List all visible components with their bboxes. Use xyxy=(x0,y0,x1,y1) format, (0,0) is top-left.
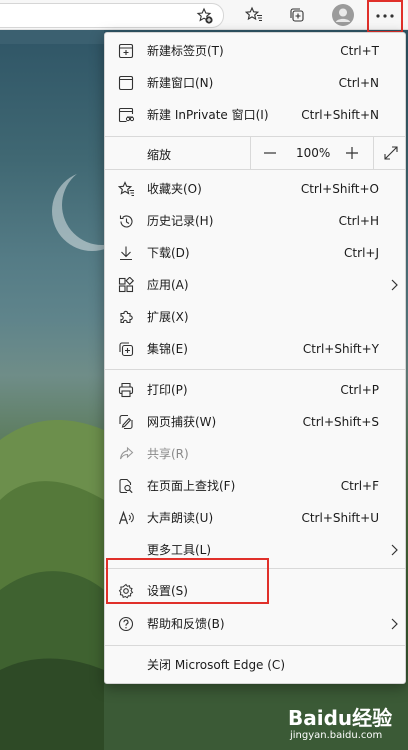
help-icon xyxy=(117,615,135,633)
browser-toolbar xyxy=(0,0,408,33)
zoom-label: 缩放 xyxy=(147,148,172,162)
menu-item-share[interactable]: 共享(R) xyxy=(105,438,405,470)
menu-item-downloads[interactable]: 下载(D) Ctrl+J xyxy=(105,237,405,269)
shortcut: Ctrl+J xyxy=(344,246,379,260)
chevron-right-icon xyxy=(387,616,401,632)
find-on-page-icon xyxy=(117,477,135,495)
highlight-settings xyxy=(106,558,269,604)
menu-item-apps[interactable]: 应用(A) xyxy=(105,269,405,301)
menu-label: 新建 InPrivate 窗口(I) xyxy=(147,108,269,122)
menu-item-new-tab[interactable]: 新建标签页(T) Ctrl+T xyxy=(105,35,405,67)
highlight-more-button xyxy=(367,0,403,33)
menu-label: 新建标签页(T) xyxy=(147,44,224,58)
menu-label: 网页捕获(W) xyxy=(147,415,217,429)
shortcut: Ctrl+Shift+U xyxy=(301,511,379,525)
zoom-value: 100% xyxy=(296,146,331,160)
menu-label: 应用(A) xyxy=(147,278,189,292)
menu-item-collections[interactable]: 集锦(E) Ctrl+Shift+Y xyxy=(105,333,405,365)
zoom-row: 缩放 100% xyxy=(105,137,405,169)
shortcut: Ctrl+P xyxy=(340,383,379,397)
menu-divider xyxy=(105,645,405,646)
menu-label: 共享(R) xyxy=(147,447,189,461)
history-icon xyxy=(117,212,135,230)
shortcut: Ctrl+N xyxy=(338,76,379,90)
menu-item-help-feedback[interactable]: 帮助和反馈(B) xyxy=(105,608,405,640)
menu-item-new-window[interactable]: 新建窗口(N) Ctrl+N xyxy=(105,67,405,99)
menu-item-find-on-page[interactable]: 在页面上查找(F) Ctrl+F xyxy=(105,470,405,502)
menu-item-close-edge[interactable]: 关闭 Microsoft Edge (C) xyxy=(105,649,405,681)
new-tab-icon xyxy=(117,42,135,60)
inprivate-icon xyxy=(117,106,135,124)
profile-avatar-icon[interactable] xyxy=(331,3,355,27)
menu-label: 在页面上查找(F) xyxy=(147,479,236,493)
fullscreen-button[interactable] xyxy=(373,137,406,169)
menu-item-favorites[interactable]: 收藏夹(O) Ctrl+Shift+O xyxy=(105,173,405,205)
address-bar[interactable] xyxy=(0,3,224,28)
shortcut: Ctrl+H xyxy=(338,214,379,228)
menu-label: 更多工具(L) xyxy=(147,543,212,557)
chevron-right-icon xyxy=(387,277,401,293)
menu-label: 大声朗读(U) xyxy=(147,511,214,525)
menu-label: 新建窗口(N) xyxy=(147,76,214,90)
extensions-puzzle-icon xyxy=(117,308,135,326)
web-capture-icon xyxy=(117,413,135,431)
menu-label: 收藏夹(O) xyxy=(147,182,202,196)
chevron-right-icon xyxy=(387,542,401,558)
menu-label: 关闭 Microsoft Edge (C) xyxy=(147,658,285,672)
shortcut: Ctrl+Shift+O xyxy=(300,182,379,196)
menu-item-web-capture[interactable]: 网页捕获(W) Ctrl+Shift+S xyxy=(105,406,405,438)
plus-icon xyxy=(346,147,358,159)
menu-item-print[interactable]: 打印(P) Ctrl+P xyxy=(105,374,405,406)
new-window-icon xyxy=(117,74,135,92)
menu-item-extensions[interactable]: 扩展(X) xyxy=(105,301,405,333)
download-icon xyxy=(117,244,135,262)
shortcut: Ctrl+Shift+S xyxy=(302,415,379,429)
menu-item-history[interactable]: 历史记录(H) Ctrl+H xyxy=(105,205,405,237)
zoom-in-button[interactable] xyxy=(343,144,361,162)
shortcut: Ctrl+Shift+Y xyxy=(302,342,379,356)
baidu-jingyan-watermark: Baidu经验 jingyan.baidu.com xyxy=(280,700,404,746)
zoom-controls: 100% xyxy=(250,137,405,169)
print-icon xyxy=(117,381,135,399)
menu-label: 集锦(E) xyxy=(147,342,188,356)
zoom-out-button[interactable] xyxy=(261,144,279,162)
watermark-url: jingyan.baidu.com xyxy=(290,730,383,741)
shortcut: Ctrl+F xyxy=(340,479,379,493)
shortcut: Ctrl+T xyxy=(340,44,379,58)
favorites-icon[interactable] xyxy=(243,4,265,26)
menu-label: 下载(D) xyxy=(147,246,190,260)
menu-divider xyxy=(105,369,405,370)
watermark-logo: Baidu经验 xyxy=(288,706,393,730)
share-icon xyxy=(117,445,135,463)
apps-icon xyxy=(117,276,135,294)
menu-label: 扩展(X) xyxy=(147,310,189,324)
menu-label: 打印(P) xyxy=(147,383,188,397)
read-aloud-icon xyxy=(117,509,135,527)
menu-item-read-aloud[interactable]: 大声朗读(U) Ctrl+Shift+U xyxy=(105,502,405,534)
favorites-icon xyxy=(117,180,135,198)
collections-icon xyxy=(117,340,135,358)
collections-icon[interactable] xyxy=(286,4,308,26)
minus-icon xyxy=(264,152,276,154)
menu-divider xyxy=(105,169,405,170)
fullscreen-icon xyxy=(384,146,398,160)
add-favorite-star-icon[interactable] xyxy=(194,5,216,27)
menu-label: 帮助和反馈(B) xyxy=(147,617,225,631)
menu-label: 历史记录(H) xyxy=(147,214,214,228)
menu-item-new-inprivate[interactable]: 新建 InPrivate 窗口(I) Ctrl+Shift+N xyxy=(105,99,405,131)
shortcut: Ctrl+Shift+N xyxy=(301,108,379,122)
